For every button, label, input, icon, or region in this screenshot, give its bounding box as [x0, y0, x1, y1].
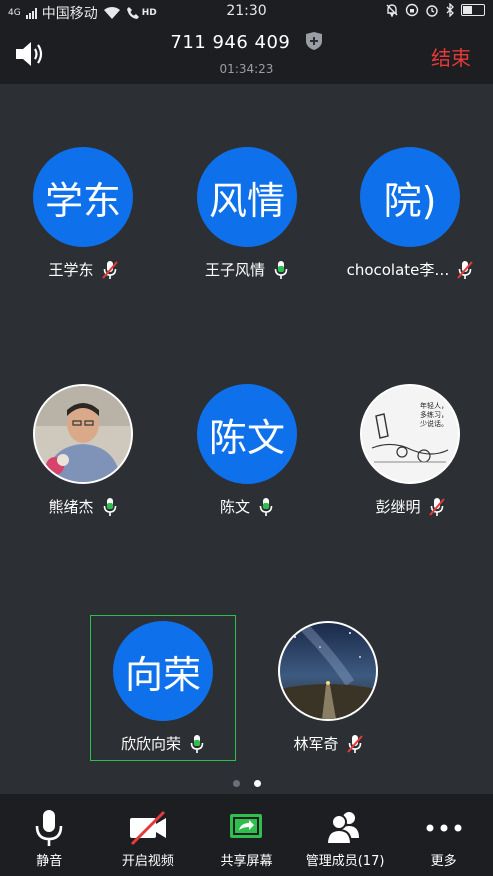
meeting-id[interactable]: 711 946 409 [0, 31, 493, 53]
page-dot-current[interactable] [253, 780, 261, 787]
sketch-caption-line: 年轻人， [420, 401, 448, 410]
participant-name: 陈文 [219, 498, 250, 516]
participants-grid: 学东 王学东 风情 王子风情 院) chocolate李… 熊绪杰 陈文 陈文 … [0, 84, 493, 794]
participant-tile[interactable]: 年轻人， 多练习， 少说话。 彭继明 [345, 384, 475, 517]
lock-rotation-icon [405, 3, 419, 17]
mic-muted-icon [457, 260, 474, 279]
person-photo [35, 386, 131, 482]
video-off-icon [129, 810, 166, 846]
avatar-initials: 向荣 [124, 652, 201, 697]
share-screen-label: 共享屏幕 [220, 854, 273, 869]
shield-icon[interactable] [305, 31, 323, 51]
participant-tile[interactable]: 林军奇 [263, 621, 393, 754]
manage-participants-label: 管理成员(17) [305, 854, 385, 869]
sketch-caption-line: 多练习， [420, 410, 448, 419]
participant-name: 王学东 [48, 261, 94, 279]
avatar: 学东 [33, 147, 133, 247]
end-meeting-button[interactable]: 结束 [431, 42, 471, 71]
mic-muted-icon [346, 734, 363, 753]
night-sky-photo [280, 623, 376, 719]
meeting-toolbar: 静音 开启视频 共享屏幕 管理成员(17) 更多 [0, 794, 493, 876]
microphone-icon [35, 810, 63, 846]
mic-muted-icon [428, 497, 445, 516]
participant-name: chocolate李… [346, 261, 450, 279]
share-screen-button[interactable]: 共享屏幕 [197, 794, 295, 876]
start-video-button[interactable]: 开启视频 [99, 794, 197, 876]
participant-tile[interactable]: 风情 王子风情 [182, 147, 312, 280]
meeting-id-text: 711 946 409 [170, 32, 291, 53]
avatar-initials: 院) [383, 178, 437, 223]
bell-off-icon [386, 4, 398, 17]
mic-active-icon [274, 260, 288, 279]
mic-active-icon [259, 497, 273, 516]
alarm-icon [426, 5, 438, 17]
participant-tile-active-speaker[interactable]: 向荣 欣欣向荣 [98, 621, 228, 754]
avatar: 院) [360, 147, 460, 247]
meeting-timer: 01:34:23 [219, 62, 274, 76]
sketch-image: 年轻人， 多练习， 少说话。 [362, 386, 458, 482]
avatar: 陈文 [197, 384, 297, 484]
participant-name: 彭继明 [375, 498, 421, 516]
participant-tile[interactable]: 院) chocolate李… [345, 147, 475, 280]
avatar-initials: 陈文 [208, 415, 285, 460]
avatar-photo [278, 621, 378, 721]
participant-tile[interactable]: 学东 王学东 [18, 147, 148, 280]
more-icon [426, 824, 462, 832]
mute-button[interactable]: 静音 [0, 794, 98, 876]
manage-participants-button[interactable]: 管理成员(17) [296, 794, 394, 876]
more-label: 更多 [430, 854, 457, 869]
avatar-initials: 学东 [44, 178, 121, 223]
mic-muted-icon [101, 260, 118, 279]
avatar-photo [33, 384, 133, 484]
page-dot[interactable] [232, 780, 240, 787]
more-button[interactable]: 更多 [395, 794, 493, 876]
avatar: 风情 [197, 147, 297, 247]
avatar-initials: 风情 [208, 178, 285, 223]
participants-icon [326, 812, 360, 845]
avatar: 向荣 [113, 621, 213, 721]
status-bar: 4G 中国移动 HD 21:30 [0, 0, 493, 24]
participant-name: 熊绪杰 [48, 498, 94, 516]
participant-name: 林军奇 [293, 735, 339, 753]
participant-tile[interactable]: 陈文 陈文 [182, 384, 312, 517]
start-video-label: 开启视频 [121, 854, 174, 869]
participant-tile[interactable]: 熊绪杰 [18, 384, 148, 517]
participant-name: 王子风情 [204, 261, 265, 279]
battery-icon [461, 4, 485, 16]
mic-active-icon [103, 497, 116, 516]
meeting-header: 711 946 409 01:34:23 结束 [0, 24, 493, 84]
mic-active-icon [190, 734, 204, 753]
bluetooth-icon [446, 3, 454, 17]
avatar-sketch: 年轻人， 多练习， 少说话。 [360, 384, 460, 484]
mute-label: 静音 [36, 854, 63, 869]
share-screen-icon [230, 814, 263, 838]
participant-name: 欣欣向荣 [120, 735, 181, 753]
sketch-caption-line: 少说话。 [420, 419, 448, 428]
page-indicator[interactable] [0, 780, 493, 787]
